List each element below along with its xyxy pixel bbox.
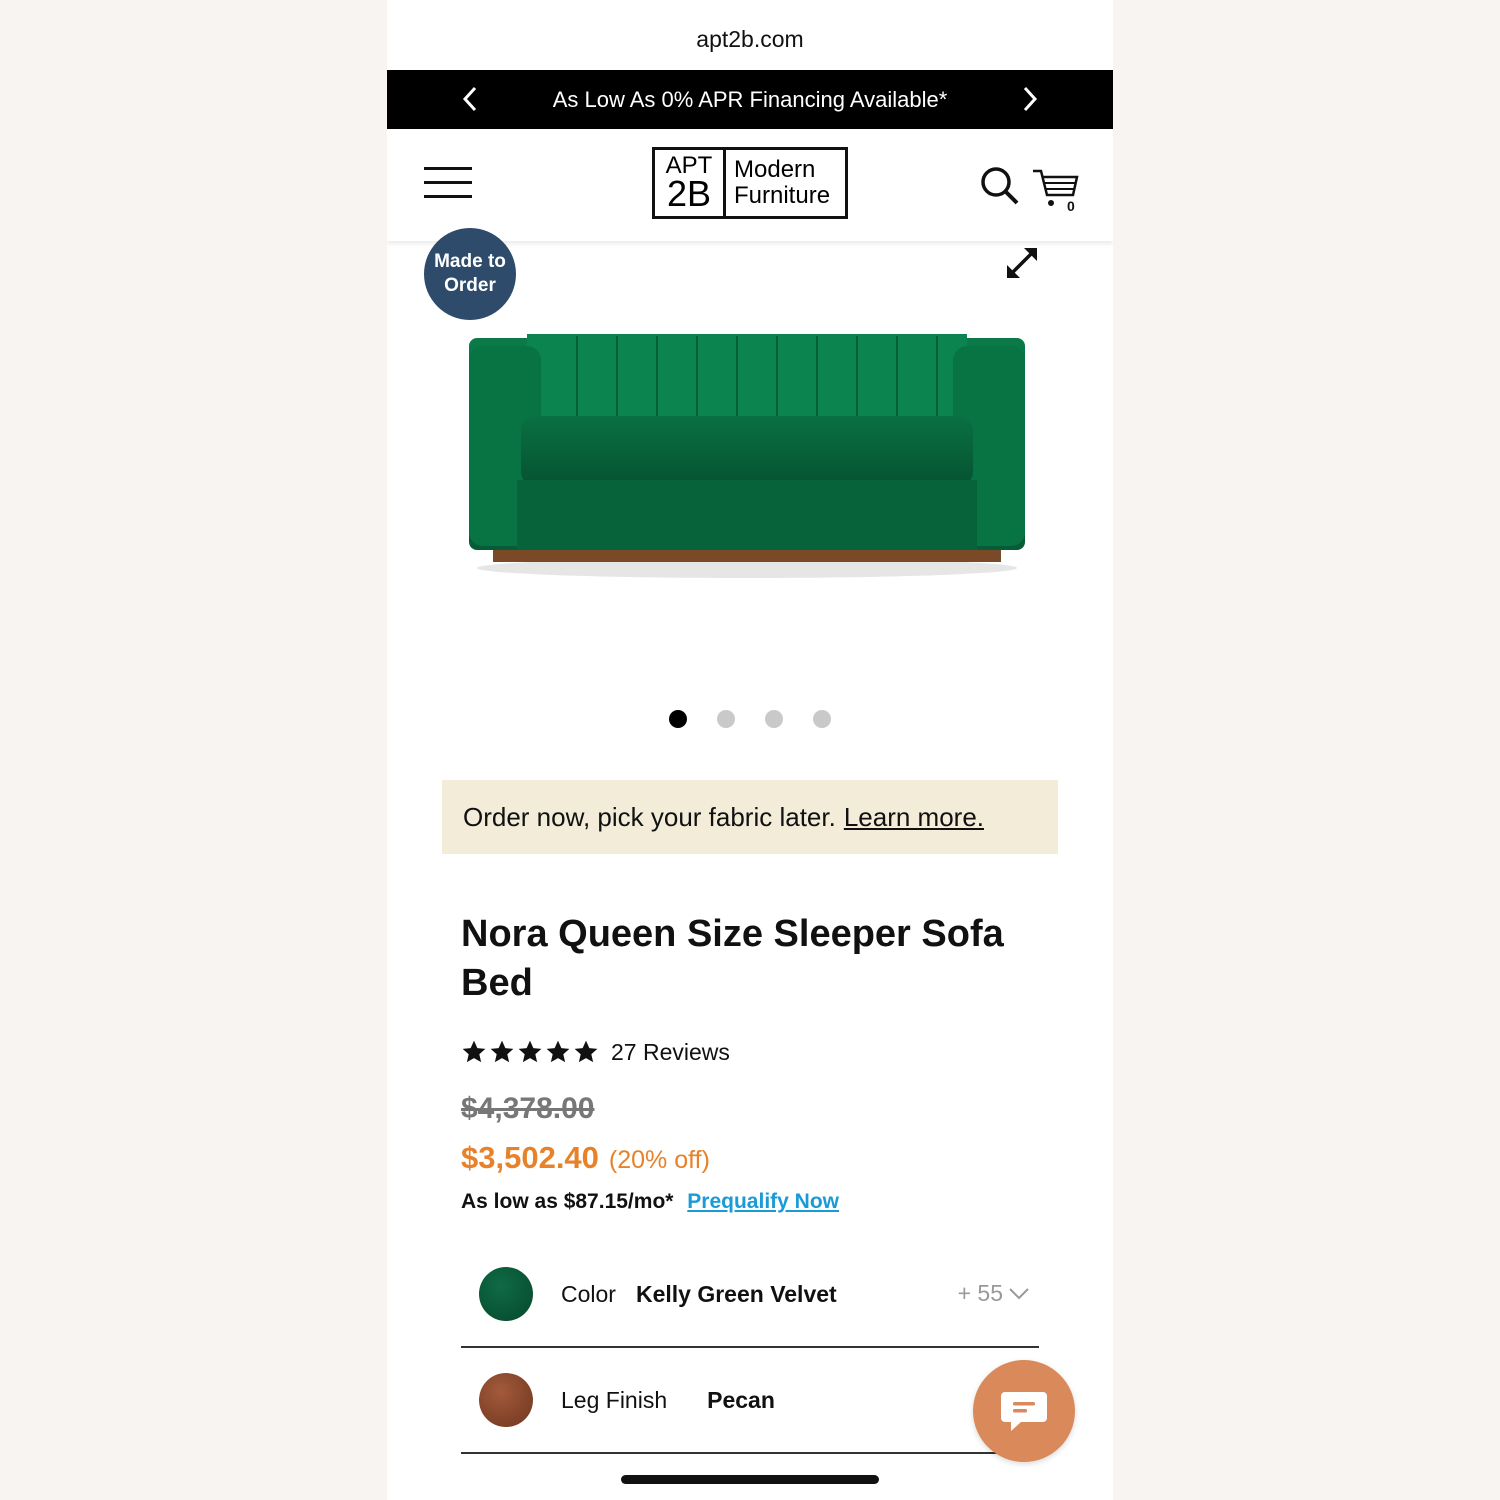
logo-modern: Modern xyxy=(734,155,816,183)
home-indicator xyxy=(621,1475,879,1484)
url-text: apt2b.com xyxy=(696,25,804,52)
carousel-dot-2[interactable] xyxy=(717,710,735,728)
promo-banner: As Low As 0% APR Financing Available* xyxy=(387,70,1113,129)
logo-furniture: Furniture xyxy=(734,182,831,209)
original-price: $4,378.00 xyxy=(461,1092,595,1125)
chevron-down-icon xyxy=(1009,1287,1029,1299)
color-value: Kelly Green Velvet xyxy=(635,1280,837,1307)
notice-text: Order now, pick your fabric later. xyxy=(463,801,836,832)
product-rating: 27 Reviews xyxy=(461,1036,730,1068)
chat-icon xyxy=(1001,1392,1047,1431)
discount-label: (20% off) xyxy=(608,1146,710,1174)
color-more[interactable]: + 55 xyxy=(958,1280,1029,1307)
sale-price-row: $3,502.40 (20% off) xyxy=(461,1140,710,1176)
leg-value: Pecan xyxy=(707,1386,775,1413)
url-bar[interactable]: apt2b.com xyxy=(387,0,1113,70)
financing-text: As low as $87.15/mo* xyxy=(461,1190,674,1213)
reviews-link[interactable]: 27 Reviews xyxy=(611,1039,730,1066)
carousel-dot-4[interactable] xyxy=(813,710,831,728)
star-icon xyxy=(490,1040,514,1063)
chevron-right-icon[interactable] xyxy=(1015,84,1045,114)
star-icon xyxy=(546,1040,570,1063)
learn-more-link[interactable]: Learn more. xyxy=(844,802,984,833)
carousel-dot-1[interactable] xyxy=(669,710,687,728)
expand-icon[interactable] xyxy=(1002,243,1042,283)
star-icon xyxy=(518,1040,542,1063)
search-icon[interactable] xyxy=(979,165,1021,207)
phone-screen: apt2b.com As Low As 0% APR Financing Ava… xyxy=(387,0,1113,1500)
fabric-notice: Order now, pick your fabric later. Learn… xyxy=(442,780,1058,854)
leg-label: Leg Finish xyxy=(561,1386,668,1413)
site-logo[interactable]: APT 2B Modern Furniture xyxy=(652,147,848,219)
star-rating xyxy=(461,1039,599,1065)
chevron-left-icon[interactable] xyxy=(455,84,485,114)
carousel-dots xyxy=(387,710,1113,732)
color-swatch xyxy=(479,1267,533,1321)
carousel-dot-3[interactable] xyxy=(765,710,783,728)
prequalify-link[interactable]: Prequalify Now xyxy=(687,1190,839,1213)
color-label: Color xyxy=(561,1280,616,1307)
made-to-order-badge: Made to Order xyxy=(424,228,516,320)
leg-finish-option[interactable]: Leg Finish Pecan xyxy=(461,1348,1039,1454)
site-header: APT 2B Modern Furniture 0 xyxy=(387,129,1113,241)
star-icon xyxy=(574,1040,598,1063)
product-image[interactable] xyxy=(457,320,1037,590)
color-more-count: + 55 xyxy=(957,1280,1003,1306)
sale-price: $3,502.40 xyxy=(461,1140,599,1175)
star-icon xyxy=(462,1040,486,1063)
color-option[interactable]: Color Kelly Green Velvet + 55 xyxy=(461,1242,1039,1348)
promo-text[interactable]: As Low As 0% APR Financing Available* xyxy=(553,87,948,113)
leg-swatch xyxy=(479,1373,533,1427)
menu-icon[interactable] xyxy=(424,167,472,201)
financing-line: As low as $87.15/mo* Prequalify Now xyxy=(461,1190,839,1214)
logo-2b: 2B xyxy=(666,173,712,214)
badge-line1: Made to xyxy=(434,251,506,273)
cart-icon[interactable] xyxy=(1031,165,1083,215)
chat-button[interactable] xyxy=(973,1360,1075,1462)
product-title: Nora Queen Size Sleeper Sofa Bed xyxy=(461,913,1004,1005)
cart-count: 0 xyxy=(1067,198,1075,214)
badge-line2: Order xyxy=(444,275,496,296)
